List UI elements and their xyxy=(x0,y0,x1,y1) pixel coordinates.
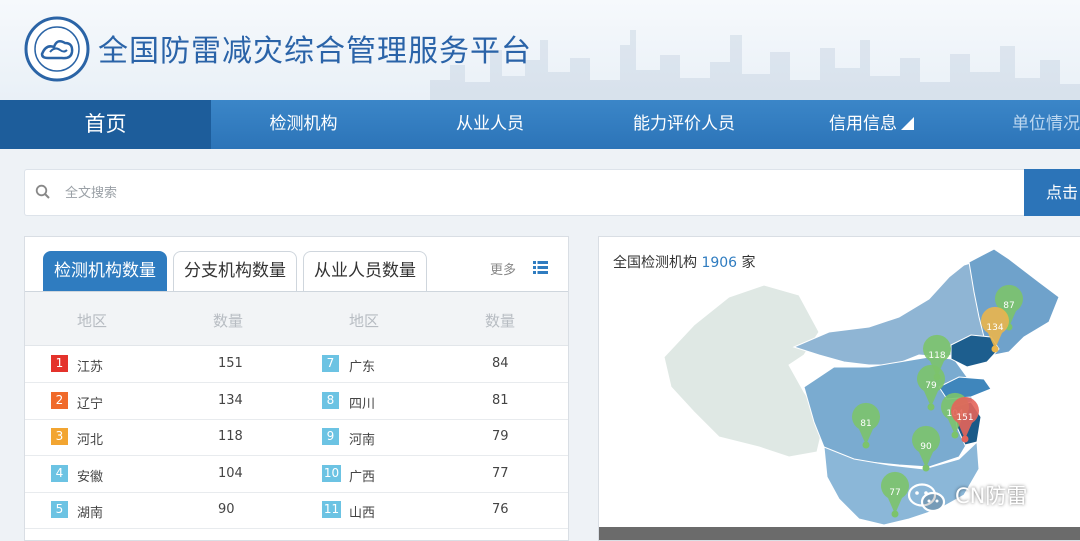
map-marker-value: 79 xyxy=(925,381,937,391)
map-title: 全国检测机构 1906 家 xyxy=(613,252,756,272)
map-title-prefix: 全国检测机构 xyxy=(613,255,697,271)
map-marker-dot xyxy=(922,464,930,472)
map-marker-dot xyxy=(891,510,899,518)
nav-item-credit-info-label: 信用信息 xyxy=(829,114,897,134)
nav-item-capability-evaluators[interactable]: 能力评价人员 xyxy=(584,100,784,149)
map-title-suffix: 家 xyxy=(741,255,756,271)
agency-count: 79 xyxy=(492,429,509,444)
map-marker-value: 134 xyxy=(986,323,1003,333)
map-marker-value: 87 xyxy=(1003,301,1014,311)
column-header-count-2: 数量 xyxy=(485,312,516,330)
watermark: CN防雷 xyxy=(907,478,1067,514)
map-marker-dot xyxy=(991,345,999,353)
region-name: 四川 xyxy=(349,396,376,412)
rank-badge: 9 xyxy=(322,428,339,445)
agency-count: 76 xyxy=(492,502,509,517)
agency-stats-panel: 检测机构数量 分支机构数量 从业人员数量 更多 地区 数量 地区 数量 1 江苏 1… xyxy=(24,236,569,541)
rank-badge: 3 xyxy=(51,428,68,445)
table-row: 1 江苏 151 7 广东 84 xyxy=(25,347,568,383)
table-row: 5 湖南 90 11 山西 76 xyxy=(25,493,568,529)
map-marker-value: 77 xyxy=(889,488,900,498)
watermark-text: CN防雷 xyxy=(955,484,1028,508)
list-icon[interactable] xyxy=(533,261,548,274)
search-icon xyxy=(35,184,50,199)
map-total-count: 1906 xyxy=(701,255,738,271)
agency-count: 134 xyxy=(218,392,243,408)
search-button[interactable]: 点击 xyxy=(1024,169,1080,216)
rank-badge: 11 xyxy=(322,501,341,518)
tab-practitioner-count[interactable]: 从业人员数量 xyxy=(303,251,427,291)
region-name: 辽宁 xyxy=(77,396,104,412)
region-name: 湖南 xyxy=(77,506,104,521)
dropdown-triangle-icon xyxy=(901,117,914,130)
agency-count: 104 xyxy=(218,465,243,481)
main-nav: 首页 检测机构 从业人员 能力评价人员 信用信息 单位情况 xyxy=(0,100,1080,149)
tab-testing-agency-count[interactable]: 检测机构数量 xyxy=(43,251,167,291)
nav-item-credit-info[interactable]: 信用信息 xyxy=(784,100,959,149)
agency-count: 84 xyxy=(492,356,509,371)
map-marker-value: 151 xyxy=(956,413,973,423)
rank-badge: 10 xyxy=(322,464,341,482)
table-row: 4 安徽 104 10 广西 77 xyxy=(25,457,568,493)
map-marker-value: 118 xyxy=(928,351,945,361)
region-name: 河南 xyxy=(349,433,376,448)
search-input[interactable] xyxy=(65,178,1005,208)
table-header: 地区 数量 地区 数量 xyxy=(25,292,568,346)
more-link[interactable]: 更多 xyxy=(490,259,516,278)
rank-badge: 4 xyxy=(51,464,68,482)
map-marker-dot xyxy=(862,441,870,449)
nav-item-testing-agencies[interactable]: 检测机构 xyxy=(211,100,396,149)
column-header-region: 地区 xyxy=(77,312,108,330)
map-footer-bar xyxy=(599,527,1080,540)
column-header-region-2: 地区 xyxy=(349,312,380,330)
site-title: 全国防雷减灾综合管理服务平台 xyxy=(98,34,532,69)
map-marker-value: 90 xyxy=(920,442,932,452)
rank-badge: 8 xyxy=(322,391,339,409)
region-name: 河北 xyxy=(77,433,104,448)
agency-count: 81 xyxy=(492,392,509,408)
nav-item-unit-status[interactable]: 单位情况 xyxy=(959,100,1080,149)
map-marker-dot xyxy=(961,435,969,443)
agency-count: 90 xyxy=(218,502,235,517)
rank-badge: 5 xyxy=(51,501,68,518)
wechat-icon xyxy=(907,483,946,513)
region-name: 江苏 xyxy=(77,360,104,375)
table-row: 2 辽宁 134 8 四川 81 xyxy=(25,384,568,420)
cma-logo xyxy=(24,16,90,82)
agency-count: 118 xyxy=(218,429,243,444)
column-header-count: 数量 xyxy=(213,312,244,330)
map-marker-value: 81 xyxy=(860,419,871,429)
rank-badge: 1 xyxy=(51,355,68,372)
map-region-west xyxy=(663,284,825,458)
agency-count: 151 xyxy=(218,356,243,371)
region-name: 广西 xyxy=(349,469,376,485)
region-name: 广东 xyxy=(349,360,376,375)
table-row: 3 河北 118 9 河南 79 xyxy=(25,420,568,456)
map-marker-dot xyxy=(951,431,959,439)
region-name: 安徽 xyxy=(77,469,104,485)
search-bar xyxy=(24,169,1080,216)
nav-item-practitioners[interactable]: 从业人员 xyxy=(396,100,584,149)
rank-badge: 2 xyxy=(51,391,68,409)
site-header: 全国防雷减灾综合管理服务平台 xyxy=(0,0,1080,100)
stats-tabs: 检测机构数量 分支机构数量 从业人员数量 xyxy=(43,251,433,291)
map-marker-dot xyxy=(927,403,935,411)
agency-count: 77 xyxy=(492,465,509,481)
rank-badge: 7 xyxy=(322,355,339,372)
tab-branch-count[interactable]: 分支机构数量 xyxy=(173,251,297,291)
region-name: 山西 xyxy=(349,506,376,521)
nav-item-home[interactable]: 首页 xyxy=(0,100,211,149)
